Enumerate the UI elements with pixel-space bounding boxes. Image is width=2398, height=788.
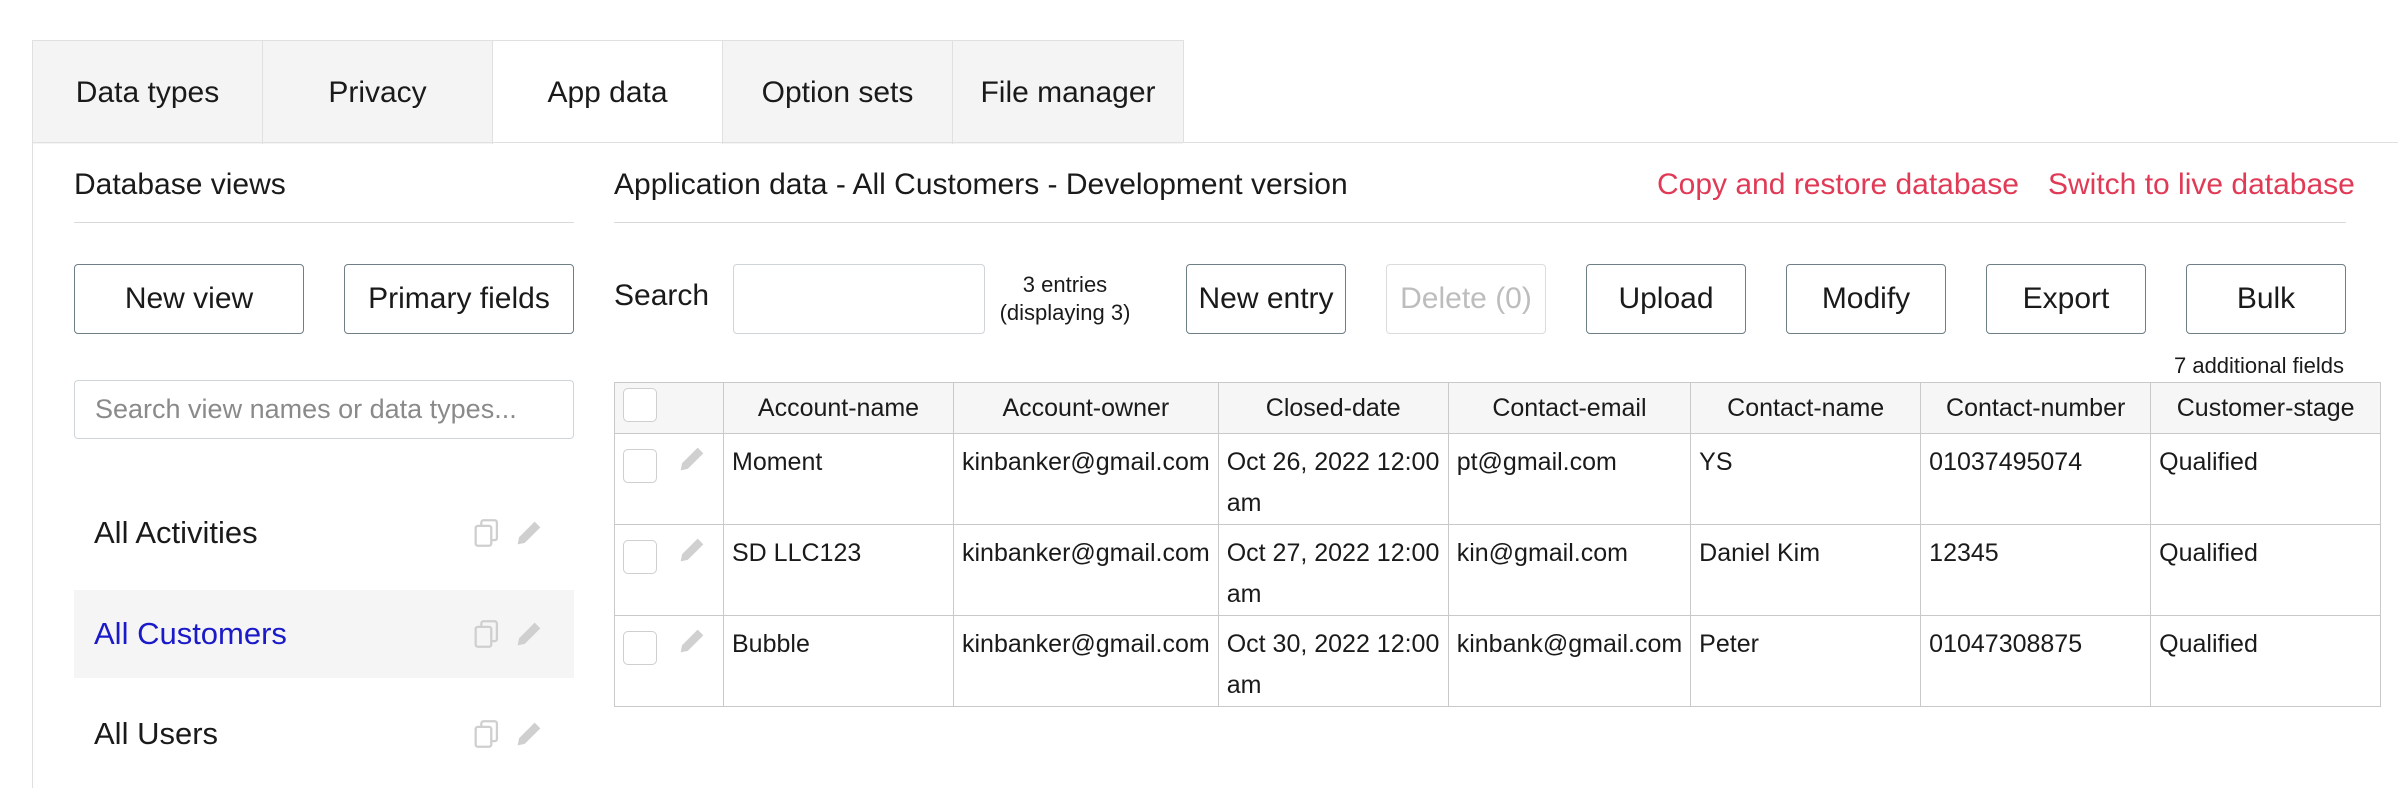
table-header-row: Account-name Account-owner Closed-date C… xyxy=(614,382,2382,434)
row-select-cell xyxy=(614,433,724,525)
database-views-title: Database views xyxy=(74,168,286,201)
view-actions xyxy=(470,717,546,751)
edit-pencil-icon[interactable] xyxy=(675,442,709,489)
tab-option-sets[interactable]: Option sets xyxy=(723,41,953,144)
new-view-button[interactable]: New view xyxy=(74,264,304,334)
pencil-icon[interactable] xyxy=(512,717,546,751)
view-item-all-activities[interactable]: All Activities xyxy=(74,489,574,577)
row-checkbox[interactable] xyxy=(623,448,657,483)
page-title: Application data - All Customers - Devel… xyxy=(614,168,1348,201)
upload-button[interactable]: Upload xyxy=(1586,264,1746,334)
copy-icon[interactable] xyxy=(470,516,504,550)
table-row[interactable]: SD LLC123 kinbanker@gmail.com Oct 27, 20… xyxy=(614,524,2382,616)
cell-closed-date: Oct 30, 2022 12:00 am xyxy=(1217,615,1449,707)
view-item-all-customers[interactable]: All Customers xyxy=(74,590,574,678)
cell-account-owner: kinbanker@gmail.com xyxy=(953,615,1219,707)
copy-restore-database-link[interactable]: Copy and restore database xyxy=(1657,168,2019,202)
table-row[interactable]: Moment kinbanker@gmail.com Oct 26, 2022 … xyxy=(614,433,2382,525)
additional-fields-link[interactable]: 7 additional fields xyxy=(2174,353,2344,379)
cell-contact-name: YS xyxy=(1690,433,1922,525)
copy-icon[interactable] xyxy=(470,617,504,651)
cell-account-name: Bubble xyxy=(723,615,954,707)
cell-customer-stage: Qualified xyxy=(2150,433,2382,525)
cell-contact-email: kinbank@gmail.com xyxy=(1447,615,1692,707)
bulk-button[interactable]: Bulk xyxy=(2186,264,2346,334)
column-header-account-name[interactable]: Account-name xyxy=(723,382,954,434)
cell-contact-number: 01047308875 xyxy=(1920,615,2152,707)
pencil-icon[interactable] xyxy=(512,516,546,550)
search-input[interactable] xyxy=(733,264,985,334)
view-item-all-users[interactable]: All Users xyxy=(74,690,574,778)
cell-closed-date: Oct 26, 2022 12:00 am xyxy=(1217,433,1449,525)
tab-data-types[interactable]: Data types xyxy=(33,41,263,144)
view-label: All Activities xyxy=(94,515,258,550)
select-all-checkbox[interactable] xyxy=(623,387,657,422)
cell-account-owner: kinbanker@gmail.com xyxy=(953,524,1219,616)
row-select-cell xyxy=(614,524,724,616)
column-header-closed-date[interactable]: Closed-date xyxy=(1217,382,1449,434)
cell-contact-email: kin@gmail.com xyxy=(1447,524,1692,616)
divider xyxy=(614,222,2346,223)
column-header-contact-email[interactable]: Contact-email xyxy=(1447,382,1692,434)
cell-account-name: SD LLC123 xyxy=(723,524,954,616)
export-button[interactable]: Export xyxy=(1986,264,2146,334)
primary-fields-button[interactable]: Primary fields xyxy=(344,264,574,334)
cell-account-name: Moment xyxy=(723,433,954,525)
table-row[interactable]: Bubble kinbanker@gmail.com Oct 30, 2022 … xyxy=(614,615,2382,707)
pencil-icon[interactable] xyxy=(512,617,546,651)
column-header-account-owner[interactable]: Account-owner xyxy=(953,382,1219,434)
cell-customer-stage: Qualified xyxy=(2150,524,2382,616)
entries-total: 3 entries xyxy=(1022,272,1108,297)
column-header-contact-number[interactable]: Contact-number xyxy=(1920,382,2152,434)
cell-account-owner: kinbanker@gmail.com xyxy=(953,433,1219,525)
row-select-cell xyxy=(614,615,724,707)
tab-bar: Data types Privacy App data Option sets … xyxy=(32,40,1184,145)
view-label: All Customers xyxy=(94,616,287,651)
column-header-contact-name[interactable]: Contact-name xyxy=(1690,382,1922,434)
new-entry-button[interactable]: New entry xyxy=(1186,264,1346,334)
column-header-customer-stage[interactable]: Customer-stage xyxy=(2150,382,2382,434)
edit-pencil-icon[interactable] xyxy=(675,533,709,580)
cell-customer-stage: Qualified xyxy=(2150,615,2382,707)
cell-contact-number: 01037495074 xyxy=(1920,433,2152,525)
cell-contact-number: 12345 xyxy=(1920,524,2152,616)
row-checkbox[interactable] xyxy=(623,630,657,665)
tab-privacy[interactable]: Privacy xyxy=(263,41,493,144)
row-checkbox[interactable] xyxy=(623,539,657,574)
tab-file-manager[interactable]: File manager xyxy=(953,41,1183,144)
data-table: Account-name Account-owner Closed-date C… xyxy=(614,382,2382,707)
delete-button[interactable]: Delete (0) xyxy=(1386,264,1546,334)
switch-live-database-link[interactable]: Switch to live database xyxy=(2048,168,2355,202)
view-actions xyxy=(470,516,546,550)
edit-pencil-icon[interactable] xyxy=(675,624,709,671)
view-label: All Users xyxy=(94,716,219,751)
modify-button[interactable]: Modify xyxy=(1786,264,1946,334)
search-label: Search xyxy=(614,279,710,312)
divider xyxy=(74,222,574,223)
cell-contact-email: pt@gmail.com xyxy=(1447,433,1692,525)
copy-icon[interactable] xyxy=(470,717,504,751)
view-actions xyxy=(470,617,546,651)
tab-app-data[interactable]: App data xyxy=(493,41,723,145)
select-all-cell xyxy=(614,382,724,434)
entries-displaying: (displaying 3) xyxy=(999,300,1131,325)
search-views-input[interactable] xyxy=(74,380,574,439)
entries-count: 3 entries (displaying 3) xyxy=(990,271,1140,327)
cell-contact-name: Peter xyxy=(1690,615,1922,707)
cell-contact-name: Daniel Kim xyxy=(1690,524,1922,616)
cell-closed-date: Oct 27, 2022 12:00 am xyxy=(1217,524,1449,616)
